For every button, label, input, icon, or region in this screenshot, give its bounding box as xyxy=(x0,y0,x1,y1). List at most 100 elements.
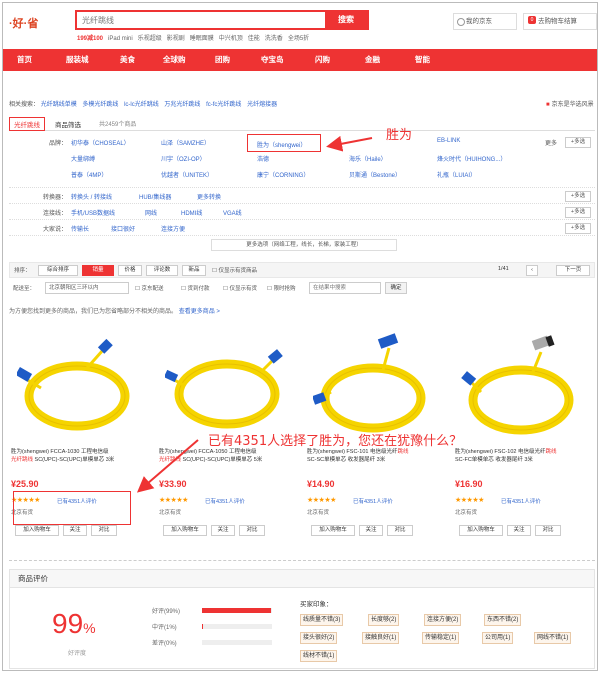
hot-word[interactable]: 中兴机顶 xyxy=(219,36,243,42)
brand-option[interactable]: 海乐（Haile） xyxy=(349,154,387,163)
multi-select-button[interactable]: +多选 xyxy=(565,191,591,202)
hot-word[interactable]: 全场5折 xyxy=(288,36,309,42)
related-link[interactable]: 万兆光纤跳线 xyxy=(164,102,200,108)
flash-sale-checkbox[interactable]: ☐ 限时抢购 xyxy=(267,284,295,292)
location-select[interactable]: 北京朝阳区三环以内 xyxy=(45,282,129,294)
fiber-cable-image[interactable] xyxy=(165,328,287,446)
cod-checkbox[interactable]: ☐ 货到付款 xyxy=(181,284,209,292)
hot-word[interactable]: 睡眠面膜 xyxy=(190,36,214,42)
sort-sales[interactable]: 销量 xyxy=(82,265,114,276)
nav-item-flash[interactable]: 闪购 xyxy=(315,49,330,71)
review-count-link[interactable]: 已有4351人评价 xyxy=(205,497,245,505)
impression-tag[interactable]: 网线不错(1) xyxy=(534,632,572,644)
review-count-link[interactable]: 已有4351人评价 xyxy=(501,497,541,505)
brand-option[interactable]: EB-LINK xyxy=(437,138,460,144)
filter-option[interactable]: 转换头 / 转接线 xyxy=(71,192,112,201)
sort-new[interactable]: 新品 xyxy=(182,265,206,276)
compare-button[interactable]: 对比 xyxy=(535,525,561,536)
view-more-link[interactable]: 查看更多商品 > xyxy=(179,309,220,315)
cart-button[interactable]: 0 去购物车结算 xyxy=(523,13,597,30)
compare-button[interactable]: 对比 xyxy=(239,525,265,536)
nav-item-home[interactable]: 首页 xyxy=(17,49,32,71)
sort-comments[interactable]: 评论数 xyxy=(146,265,178,276)
impression-tag[interactable]: 长度够(2) xyxy=(368,614,400,626)
product-title[interactable]: 胜为(shengwei) FSC-101 电信级光纤跳线 SC-SC单模单芯 收发… xyxy=(307,448,442,472)
hot-word[interactable]: 影视剧 xyxy=(167,36,185,42)
add-to-cart-button[interactable]: 加入购物车 xyxy=(163,525,207,536)
site-logo[interactable]: ·好·省 xyxy=(9,15,38,31)
follow-button[interactable]: 关注 xyxy=(63,525,87,536)
in-result-search-input[interactable] xyxy=(309,282,381,294)
add-to-cart-button[interactable]: 加入购物车 xyxy=(15,525,59,536)
hot-word[interactable]: 佳能 xyxy=(248,36,260,42)
filter-option[interactable]: 连接方便 xyxy=(161,224,185,233)
breadcrumb-keyword[interactable]: 光纤跳线 xyxy=(9,117,45,131)
prev-page-button[interactable]: ‹ xyxy=(526,265,538,276)
follow-button[interactable]: 关注 xyxy=(359,525,383,536)
filter-option[interactable]: 更多转换 xyxy=(197,192,221,201)
search-button[interactable]: 搜索 xyxy=(325,12,367,28)
follow-button[interactable]: 关注 xyxy=(507,525,531,536)
impression-tag[interactable]: 接头很好(2) xyxy=(300,632,338,644)
sort-price[interactable]: 价格 xyxy=(118,265,142,276)
ad-link[interactable]: 京东是华选风景 xyxy=(546,99,594,108)
hot-word[interactable]: 乐视超级 xyxy=(138,36,162,42)
compare-button[interactable]: 对比 xyxy=(387,525,413,536)
nav-item-finance[interactable]: 金融 xyxy=(365,49,380,71)
compare-button[interactable]: 对比 xyxy=(91,525,117,536)
impression-tag[interactable]: 东西不错(2) xyxy=(484,614,522,626)
my-jd-button[interactable]: 我的京东 xyxy=(453,13,517,30)
filter-option[interactable]: 接口很好 xyxy=(111,224,135,233)
filter-option[interactable]: HUB/集线器 xyxy=(139,192,171,201)
more-options-button[interactable]: 更多选项（网络工程，线长，长梯，家装工程） xyxy=(211,239,397,251)
hot-word[interactable]: 199减100 xyxy=(77,36,103,42)
nav-item-food[interactable]: 美食 xyxy=(120,49,135,71)
related-link[interactable]: fc-fc光纤跳线 xyxy=(206,102,241,108)
related-link[interactable]: 光纤熔接器 xyxy=(247,102,277,108)
brand-option[interactable]: 烽火时代（HUIHONG...） xyxy=(437,154,506,163)
sort-default[interactable]: 综合排序 xyxy=(38,265,78,276)
impression-tag[interactable]: 线材不错(1) xyxy=(300,650,338,662)
product-title[interactable]: 胜为(shengwei) FCCA-1050 工程电信级 光纤跳线 SC(UPC)… xyxy=(159,448,294,472)
brand-option[interactable]: 康宁（CORNING） xyxy=(257,170,309,179)
only-stock-checkbox[interactable]: ☐ 仅显示有货商品 xyxy=(212,266,257,274)
brand-option[interactable]: 礼瓶（LUIAI） xyxy=(437,170,476,179)
impression-tag[interactable]: 线质量不错(3) xyxy=(300,614,344,626)
brand-option[interactable]: 浩德 xyxy=(257,154,269,163)
add-to-cart-button[interactable]: 加入购物车 xyxy=(459,525,503,536)
nav-item-treasure[interactable]: 夺宝岛 xyxy=(261,49,284,71)
product-title[interactable]: 胜为(shengwei) FCCA-1030 工程电信级 光纤跳线 SC(UPC)… xyxy=(11,448,146,472)
add-to-cart-button[interactable]: 加入购物车 xyxy=(311,525,355,536)
nav-item-group[interactable]: 团购 xyxy=(215,49,230,71)
brand-option[interactable]: 山泽（SAMZHE） xyxy=(161,138,210,147)
fiber-cable-image[interactable] xyxy=(313,328,435,446)
filter-option[interactable]: 手机/USB数据线 xyxy=(71,208,115,217)
nav-item-global[interactable]: 全球购 xyxy=(163,49,186,71)
filter-option[interactable]: VGA线 xyxy=(223,208,242,217)
next-page-button[interactable]: 下一页 xyxy=(556,265,590,276)
follow-button[interactable]: 关注 xyxy=(211,525,235,536)
filter-option[interactable]: 传输长 xyxy=(71,224,89,233)
related-link[interactable]: 多模光纤跳线 xyxy=(82,102,118,108)
hot-word[interactable]: iPad mini xyxy=(108,36,133,42)
confirm-button[interactable]: 确定 xyxy=(385,282,407,294)
multi-select-button[interactable]: +多选 xyxy=(565,223,591,234)
more-brands-button[interactable]: 更多 xyxy=(545,138,557,147)
related-link[interactable]: 光纤跳线单模 xyxy=(41,102,77,108)
review-count-link[interactable]: 已有4351人评价 xyxy=(353,497,393,505)
brand-option[interactable]: 贝斯通（Bestone） xyxy=(349,170,401,179)
multi-select-button[interactable]: +多选 xyxy=(565,137,591,148)
impression-tag[interactable]: 接触良好(1) xyxy=(362,632,400,644)
filter-option[interactable]: HDMI线 xyxy=(181,208,202,217)
nav-item-smart[interactable]: 智能 xyxy=(415,49,430,71)
impression-tag[interactable]: 传输稳定(1) xyxy=(422,632,460,644)
brand-option[interactable]: 优越者（UNITEK） xyxy=(161,170,213,179)
jd-delivery-checkbox[interactable]: ☐ 京东配送 xyxy=(135,284,163,292)
brand-option[interactable]: 初华泰（CHOSEAL） xyxy=(71,138,130,147)
product-title[interactable]: 胜为(shengwei) FSC-102 电信级光纤跳线 SC-FC单模单芯 收发… xyxy=(455,448,590,472)
impression-tag[interactable]: 连接方便(2) xyxy=(424,614,462,626)
brand-option[interactable]: 普泰（4MP） xyxy=(71,170,107,179)
fiber-cable-image[interactable] xyxy=(17,328,139,446)
fiber-cable-image[interactable] xyxy=(461,328,583,446)
nav-item-clothing[interactable]: 服装城 xyxy=(66,49,89,71)
